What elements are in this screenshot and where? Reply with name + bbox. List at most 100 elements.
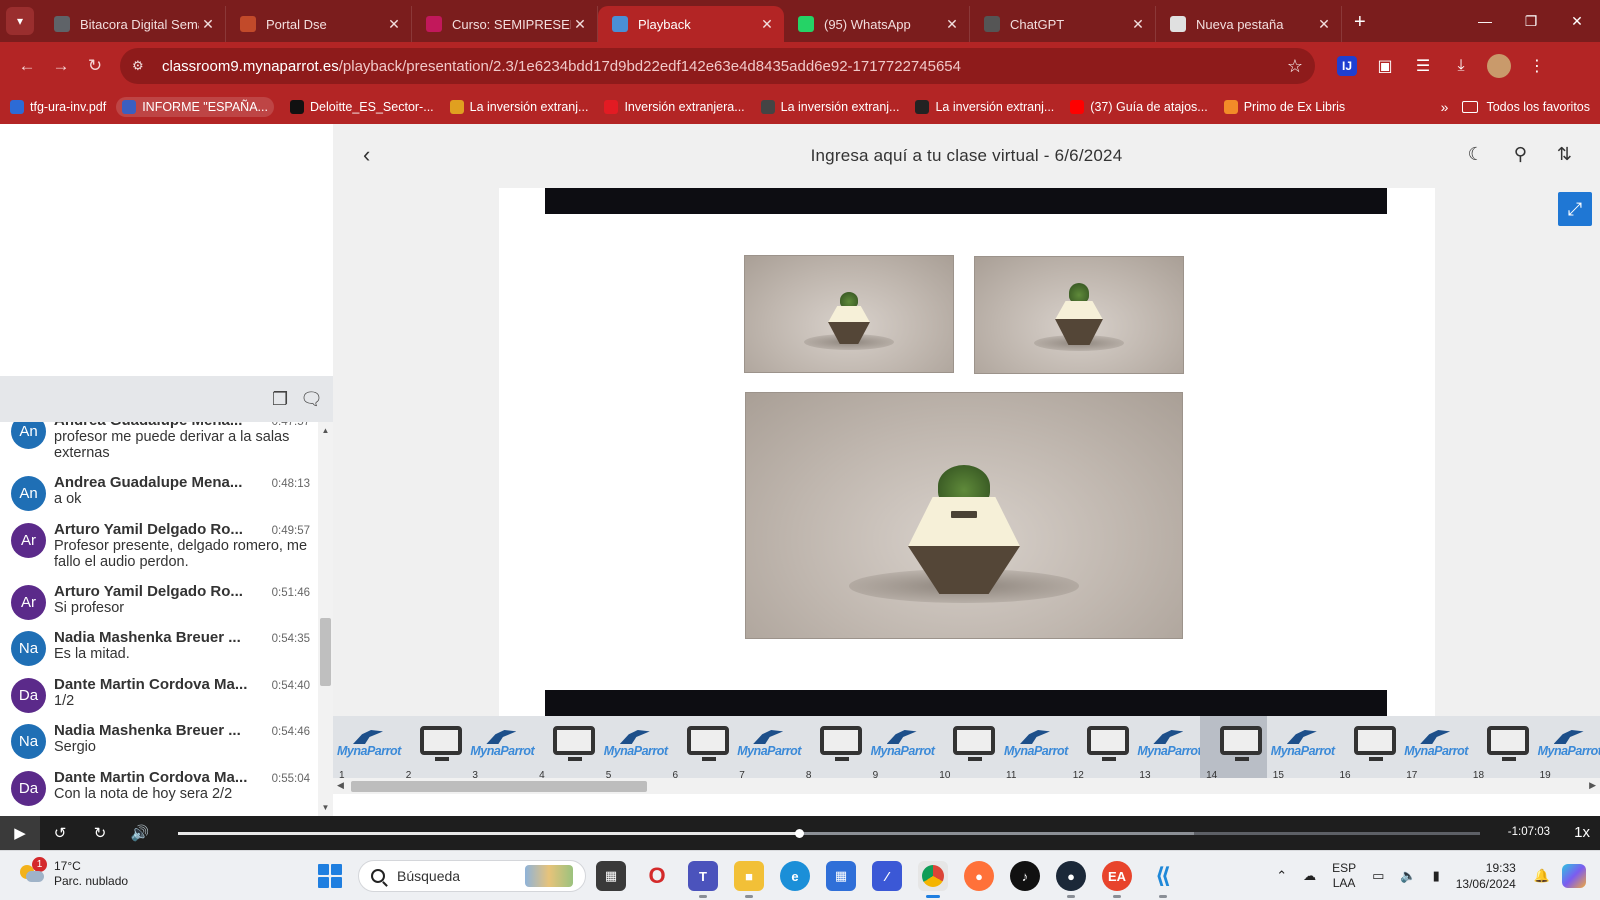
all-bookmarks-button[interactable]: Todos los favoritos <box>1462 100 1590 114</box>
fast-forward-icon[interactable]: ↻ <box>80 816 120 850</box>
extension-ij-icon[interactable]: IJ <box>1337 56 1357 76</box>
chat-message-list[interactable]: An Andrea Guadalupe Mena... 0:47:57profeso… <box>0 422 318 816</box>
start-windows-icon[interactable] <box>318 864 342 888</box>
playback-speed-button[interactable]: 1x <box>1574 824 1590 841</box>
browser-tab[interactable]: Nueva pestaña ✕ <box>1156 6 1342 42</box>
edge-icon[interactable]: e <box>780 861 810 891</box>
fullscreen-button[interactable]: ⤢ <box>1558 192 1592 226</box>
chat-scrollbar[interactable]: ▲ ▼ <box>318 422 333 816</box>
bookmark-star-icon[interactable]: ☆ <box>1287 56 1303 77</box>
slide-thumbnail[interactable]: MynaParrot 1 <box>333 716 401 778</box>
tab-search-button[interactable]: ▾ <box>6 7 34 35</box>
store-icon[interactable]: ▦ <box>826 861 856 891</box>
slide-thumbnail[interactable]: 6 <box>667 716 734 778</box>
new-tab-button[interactable]: + <box>1354 11 1366 34</box>
seek-knob[interactable] <box>795 829 805 838</box>
slide-thumbnail[interactable]: MynaParrot 15 <box>1267 716 1335 778</box>
swap-layout-icon[interactable]: ⇅ <box>1557 144 1572 165</box>
firefox-icon[interactable]: ● <box>964 861 994 891</box>
rewind-icon[interactable]: ↺ <box>40 816 80 850</box>
slide-thumbnail[interactable]: 10 <box>933 716 1000 778</box>
dark-mode-moon-icon[interactable]: ☾ <box>1468 144 1484 165</box>
language-indicator[interactable]: ESP LAA <box>1332 861 1356 891</box>
scroll-down-arrow-icon[interactable]: ▼ <box>318 803 333 812</box>
vscode-icon[interactable]: ⟪ <box>1148 861 1178 898</box>
network-icon[interactable]: ▭ <box>1372 868 1384 884</box>
tab-close-icon[interactable]: ✕ <box>943 16 961 33</box>
slide-thumbnail[interactable]: MynaParrot 17 <box>1400 716 1468 778</box>
slide-thumbnail[interactable]: 2 <box>400 716 467 778</box>
copilot-icon[interactable] <box>1562 864 1586 888</box>
play-icon[interactable]: ▶ <box>0 816 40 850</box>
slide-thumbnail[interactable]: 8 <box>800 716 867 778</box>
slide-thumbnail[interactable]: MynaParrot 11 <box>1000 716 1068 778</box>
tab-close-icon[interactable]: ✕ <box>571 16 589 33</box>
slide-thumbnail[interactable]: MynaParrot 3 <box>466 716 535 778</box>
menu-kebab-icon[interactable]: ⋮ <box>1521 50 1553 82</box>
browser-tab[interactable]: Bitacora Digital Sema ✕ <box>40 6 226 42</box>
tab-close-icon[interactable]: ✕ <box>1315 16 1333 33</box>
slide-thumbnail[interactable]: 4 <box>533 716 600 778</box>
steam-icon[interactable]: ● <box>1056 861 1086 898</box>
bookmark-item[interactable]: La inversión extranj... <box>915 100 1054 114</box>
bookmarks-overflow-icon[interactable]: » <box>1441 99 1449 115</box>
task-view-icon[interactable]: ▦ <box>596 861 626 891</box>
extensions-puzzle-icon[interactable]: ▣ <box>1369 50 1401 82</box>
restore-icon[interactable]: ❐ <box>1508 0 1554 42</box>
thumbnail-scrollbar[interactable]: ◀ ▶ <box>333 778 1600 794</box>
chat-scroll-thumb[interactable] <box>320 618 331 686</box>
slide-thumbnail[interactable]: MynaParrot 19 <box>1534 716 1600 778</box>
reload-icon[interactable]: ↻ <box>78 49 112 83</box>
seek-bar[interactable] <box>178 829 1480 838</box>
browser-tab[interactable]: (95) WhatsApp ✕ <box>784 6 970 42</box>
browser-tab[interactable]: Playback ✕ <box>598 6 784 42</box>
slide-thumbnail[interactable]: MynaParrot 5 <box>600 716 668 778</box>
scroll-up-arrow-icon[interactable]: ▲ <box>318 426 333 435</box>
back-icon[interactable]: ← <box>10 49 44 83</box>
chrome-icon[interactable] <box>918 861 948 898</box>
bookmark-item[interactable]: Deloitte_ES_Sector-... <box>289 100 434 114</box>
scroll-right-arrow-icon[interactable]: ▶ <box>1589 780 1596 791</box>
slide-thumbnail[interactable]: MynaParrot 7 <box>733 716 801 778</box>
onedrive-cloud-icon[interactable]: ☁ <box>1303 868 1316 884</box>
slide-thumbnail[interactable]: 18 <box>1467 716 1534 778</box>
file-explorer-icon[interactable]: ■ <box>734 861 764 898</box>
bookmark-item[interactable]: tfg-ura-inv.pdf <box>10 100 106 114</box>
teams-icon[interactable]: T <box>688 861 718 898</box>
copy-icon[interactable]: ❐ <box>272 389 288 410</box>
opera-icon[interactable]: O <box>642 861 672 891</box>
tiktok-icon[interactable]: ♪ <box>1010 861 1040 891</box>
weather-widget[interactable]: 1 17°C Parc. nublado <box>18 857 128 889</box>
volume-icon[interactable]: 🔊 <box>120 816 160 850</box>
slide-thumbnail[interactable]: 16 <box>1334 716 1401 778</box>
bookmark-item[interactable]: La inversión extranj... <box>760 100 899 114</box>
browser-tab[interactable]: Portal Dse ✕ <box>226 6 412 42</box>
tray-overflow-chevron-icon[interactable]: ⌃ <box>1276 868 1287 884</box>
pen-app-icon[interactable]: ∕ <box>872 861 902 891</box>
url-input[interactable]: ⚙ classroom9.mynaparrot.es/playback/pres… <box>120 48 1315 84</box>
clock[interactable]: 19:33 13/06/2024 <box>1456 860 1516 892</box>
notification-bell-icon[interactable]: 🔔 <box>1534 868 1550 884</box>
speaker-icon[interactable]: 🔈 <box>1400 868 1416 884</box>
bookmark-item[interactable]: Primo de Ex Libris <box>1223 100 1345 114</box>
search-icon[interactable]: ⚲ <box>1514 144 1527 165</box>
close-window-icon[interactable]: ✕ <box>1554 0 1600 42</box>
scroll-left-arrow-icon[interactable]: ◀ <box>337 780 344 791</box>
slide-thumbnail[interactable]: 14 <box>1200 716 1268 778</box>
tab-close-icon[interactable]: ✕ <box>758 16 776 33</box>
browser-tab[interactable]: ChatGPT ✕ <box>970 6 1156 42</box>
slide-thumbnail[interactable]: 12 <box>1067 716 1134 778</box>
ea-icon[interactable]: EA <box>1102 861 1132 898</box>
profile-avatar[interactable] <box>1487 54 1511 78</box>
site-info-icon[interactable]: ⚙ <box>132 58 152 74</box>
battery-icon[interactable]: ▮ <box>1433 868 1440 884</box>
slide-thumbnail[interactable]: MynaParrot 9 <box>867 716 935 778</box>
bookmark-item[interactable]: La inversión extranj... <box>449 100 588 114</box>
browser-tab[interactable]: Curso: SEMIPRESENC✕ <box>412 6 598 42</box>
tab-close-icon[interactable]: ✕ <box>385 16 403 33</box>
bookmark-item[interactable]: Inversión extranjera... <box>604 100 745 114</box>
minimize-icon[interactable]: — <box>1462 0 1508 42</box>
tab-close-icon[interactable]: ✕ <box>199 16 217 33</box>
forward-icon[interactable]: → <box>44 49 78 83</box>
thumbnail-scroll-thumb[interactable] <box>351 781 647 792</box>
